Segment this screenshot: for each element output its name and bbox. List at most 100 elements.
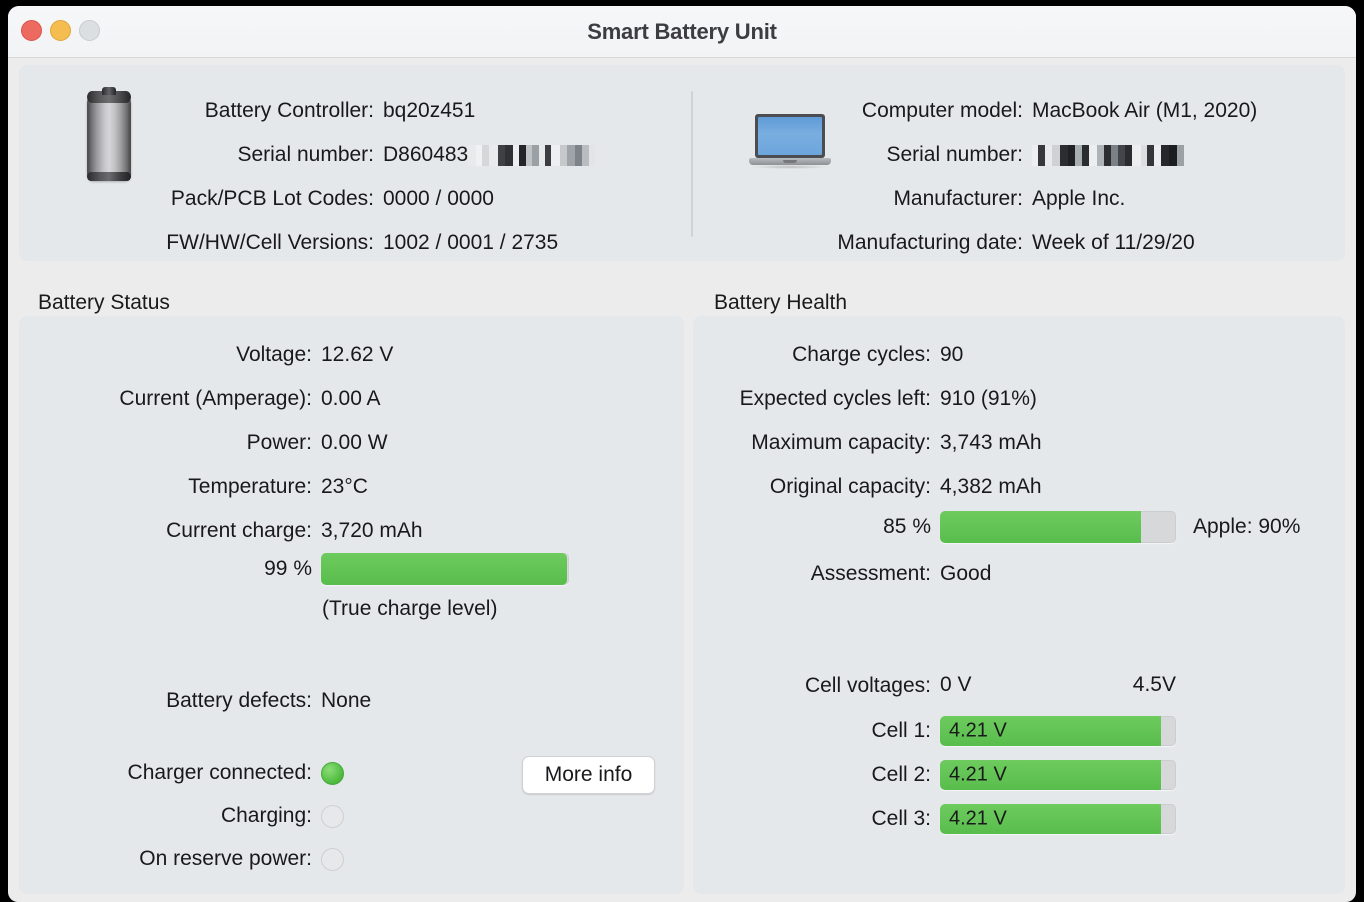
label-voltage: Voltage: [236,343,312,366]
cell-voltage-scale: 0 V 4.5V [940,673,1176,699]
battery-serial-redaction [468,144,596,166]
battery-status-section-title: Battery Status [38,291,170,314]
row-battery-controller: Battery Controller: bq20z451 [19,89,679,133]
computer-serial-redaction [1032,144,1184,166]
more-info-button[interactable]: More info [522,756,655,794]
battery-health-section-title: Battery Health [714,291,848,314]
label-expected-cycles-left: Expected cycles left: [739,387,931,410]
true-charge-level-note: (True charge level) [322,597,498,620]
row-cell-3: Cell 3: 4.21 V [693,801,1176,837]
row-fw-hw-cell-versions: FW/HW/Cell Versions: 1002 / 0001 / 2735 [19,221,679,265]
row-current-charge: Current charge: 3,720 mAh [19,516,423,546]
label-cell-3: Cell 3: [871,807,931,830]
charging-indicator [321,804,344,828]
value-computer-model: MacBook Air (M1, 2020) [1032,99,1258,122]
charge-level-progress-fill [321,553,567,585]
battery-status-panel: Voltage: 12.62 V Current (Amperage): 0.0… [19,316,684,894]
value-fw-hw-cell-versions: 1002 / 0001 / 2735 [383,231,559,254]
label-battery-defects: Battery defects: [166,689,312,712]
row-charging: Charging: [19,801,344,831]
row-battery-serial: Serial number: D860483 [19,133,679,177]
value-battery-serial: D860483 [383,143,596,167]
value-computer-serial [1032,143,1184,167]
row-expected-cycles-left: Expected cycles left: 910 (91%) [693,384,1037,414]
row-health-percent: 85 % Apple: 90% [693,511,1301,543]
label-current-amperage: Current (Amperage): [119,387,312,410]
value-original-capacity: 4,382 mAh [940,475,1042,498]
row-charger-connected: Charger connected: [19,758,344,788]
label-manufacturer: Manufacturer: [893,187,1023,210]
battery-info-block: Battery Controller: bq20z451 Serial numb… [19,65,691,261]
row-manufacturing-date: Manufacturing date: Week of 11/29/20 [693,221,1333,265]
label-battery-serial: Serial number: [237,143,374,166]
label-fw-hw-cell-versions: FW/HW/Cell Versions: [166,231,374,254]
row-power: Power: 0.00 W [19,428,388,458]
label-power: Power: [246,431,312,454]
value-manufacturer: Apple Inc. [1032,187,1126,210]
value-current-charge: 3,720 mAh [321,519,423,542]
row-temperature: Temperature: 23°C [19,472,368,502]
title-bar: Smart Battery Unit [8,6,1356,58]
value-expected-cycles-left: 910 (91%) [940,387,1037,410]
row-assessment: Assessment: Good [693,559,992,589]
battery-health-progress-fill [940,511,1141,543]
row-charge-level: 99 % [19,553,569,585]
row-battery-defects: Battery defects: None [19,686,371,716]
label-cell-voltages: Cell voltages: [804,674,931,697]
on-reserve-power-indicator [321,847,344,871]
computer-info-block: Computer model: MacBook Air (M1, 2020) S… [693,65,1345,261]
value-power: 0.00 W [321,431,388,454]
row-original-capacity: Original capacity: 4,382 mAh [693,472,1042,502]
cell-1-voltage-bar: 4.21 V [940,716,1176,746]
label-pack-pcb-lot-codes: Pack/PCB Lot Codes: [170,187,374,210]
cell-scale-min: 0 V [940,673,972,696]
label-maximum-capacity: Maximum capacity: [751,431,931,454]
label-assessment: Assessment: [810,562,931,585]
row-maximum-capacity: Maximum capacity: 3,743 mAh [693,428,1041,458]
row-cell-voltages-scale: Cell voltages: 0 V 4.5V [693,671,1176,701]
row-computer-model: Computer model: MacBook Air (M1, 2020) [693,89,1333,133]
value-current-amperage: 0.00 A [321,387,381,410]
cell-3-voltage-bar: 4.21 V [940,804,1176,834]
app-window: Smart Battery Unit Battery Controller: b… [8,6,1356,902]
cell-1-voltage-value: 4.21 V [949,719,1007,742]
label-temperature: Temperature: [188,475,312,498]
charger-connected-indicator [321,761,344,785]
value-pack-pcb-lot-codes: 0000 / 0000 [383,187,494,210]
row-charge-cycles: Charge cycles: 90 [693,340,963,370]
row-computer-serial: Serial number: [693,133,1333,177]
battery-health-progress-bar [940,511,1176,543]
label-cell-1: Cell 1: [871,719,931,742]
computer-info-rows: Computer model: MacBook Air (M1, 2020) S… [693,89,1333,265]
label-charging: Charging: [220,804,312,827]
value-battery-defects: None [321,689,372,712]
label-charge-percent: 99 % [264,557,312,580]
label-original-capacity: Original capacity: [769,475,931,498]
label-current-charge: Current charge: [166,519,312,542]
label-battery-controller: Battery Controller: [204,99,374,122]
row-cell-2: Cell 2: 4.21 V [693,757,1176,793]
label-cell-2: Cell 2: [871,763,931,786]
row-current-amperage: Current (Amperage): 0.00 A [19,384,381,414]
label-on-reserve-power: On reserve power: [139,847,312,870]
value-voltage: 12.62 V [321,343,394,366]
device-info-panel: Battery Controller: bq20z451 Serial numb… [19,65,1345,261]
cell-scale-max: 4.5V [1132,673,1176,696]
battery-health-panel: Charge cycles: 90 Expected cycles left: … [693,316,1345,894]
battery-info-rows: Battery Controller: bq20z451 Serial numb… [19,89,679,265]
label-charge-cycles: Charge cycles: [792,343,931,366]
label-computer-model: Computer model: [861,99,1023,122]
label-manufacturing-date: Manufacturing date: [837,231,1023,254]
label-charger-connected: Charger connected: [127,761,312,784]
value-charge-cycles: 90 [940,343,964,366]
apple-reported-health: Apple: 90% [1193,515,1301,538]
label-computer-serial: Serial number: [886,143,1023,166]
value-temperature: 23°C [321,475,368,498]
value-assessment: Good [940,562,992,585]
value-battery-controller: bq20z451 [383,99,476,122]
row-pack-pcb-lot-codes: Pack/PCB Lot Codes: 0000 / 0000 [19,177,679,221]
cell-2-voltage-value: 4.21 V [949,763,1007,786]
charge-level-progress-bar [321,553,569,585]
value-battery-serial-text: D860483 [383,143,469,166]
cell-2-voltage-bar: 4.21 V [940,760,1176,790]
